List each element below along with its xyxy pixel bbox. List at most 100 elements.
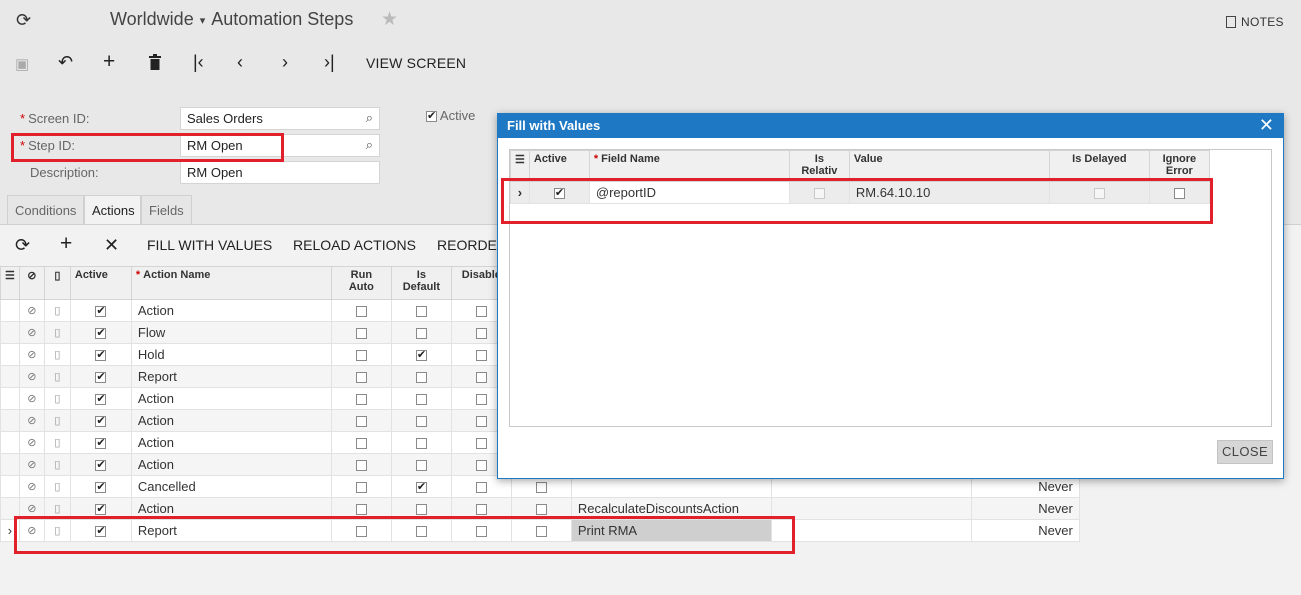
action-name-cell[interactable]: Report bbox=[130, 519, 332, 542]
paperclip-icon[interactable]: ⊘ bbox=[18, 365, 45, 388]
note-icon[interactable]: ▯ bbox=[43, 365, 71, 388]
paperclip-icon[interactable]: ⊘ bbox=[18, 409, 45, 432]
first-record-icon[interactable]: |‹ bbox=[193, 52, 204, 73]
action-name-cell[interactable]: Flow bbox=[130, 321, 332, 344]
disable-checkbox[interactable] bbox=[475, 394, 487, 406]
paperclip-icon[interactable]: ⊘ bbox=[18, 321, 45, 344]
active-checkbox[interactable] bbox=[95, 392, 107, 406]
delete-icon[interactable] bbox=[148, 54, 162, 70]
active-checkbox[interactable] bbox=[95, 502, 107, 516]
empty-cell[interactable] bbox=[770, 519, 972, 542]
delete-row-icon[interactable]: ✕ bbox=[104, 235, 119, 256]
paperclip-icon[interactable]: ⊘ bbox=[18, 431, 45, 454]
active-checkbox[interactable] bbox=[95, 436, 107, 450]
active-checkbox[interactable] bbox=[95, 414, 107, 428]
ignore-error-checkbox[interactable] bbox=[1173, 188, 1185, 200]
paperclip-icon[interactable]: ⊘ bbox=[18, 387, 45, 410]
is-default-checkbox[interactable] bbox=[415, 480, 427, 494]
dialog-active-header[interactable]: Active bbox=[528, 150, 590, 182]
is-default-checkbox[interactable] bbox=[415, 460, 427, 472]
previous-record-icon[interactable]: ‹ bbox=[237, 52, 243, 73]
is-default-checkbox[interactable] bbox=[415, 526, 427, 538]
run-auto-checkbox[interactable] bbox=[355, 438, 367, 450]
note-icon[interactable]: ▯ bbox=[43, 497, 71, 520]
is-default-checkbox[interactable] bbox=[415, 372, 427, 384]
action-name-cell[interactable]: Cancelled bbox=[130, 475, 332, 498]
action-name-cell[interactable]: Report bbox=[130, 365, 332, 388]
active-checkbox[interactable] bbox=[95, 524, 107, 538]
active-checkbox[interactable]: Active bbox=[426, 108, 475, 123]
disable-checkbox[interactable] bbox=[475, 460, 487, 472]
close-button[interactable]: CLOSE bbox=[1217, 440, 1273, 464]
run-auto-column-header[interactable]: Run Auto bbox=[330, 266, 392, 300]
table-row[interactable]: ›⊘▯ Report Print RMA Never bbox=[0, 519, 1080, 542]
active-checkbox[interactable] bbox=[95, 304, 107, 318]
is-delayed-header[interactable]: Is Delayed bbox=[1048, 150, 1150, 182]
favorite-star-icon[interactable]: ★ bbox=[381, 8, 398, 31]
note-icon[interactable]: ▯ bbox=[43, 431, 71, 454]
tab-actions[interactable]: Actions bbox=[84, 195, 141, 226]
action-name-cell[interactable]: Action bbox=[130, 409, 332, 432]
note-icon[interactable]: ▯ bbox=[43, 475, 71, 498]
is-relative-header[interactable]: Is Relativ bbox=[788, 150, 850, 182]
note-icon[interactable]: ▯ bbox=[43, 321, 71, 344]
last-record-icon[interactable]: ›| bbox=[324, 52, 335, 73]
description-field[interactable]: RM Open bbox=[180, 161, 380, 184]
run-auto-checkbox[interactable] bbox=[355, 306, 367, 318]
active-checkbox[interactable] bbox=[95, 370, 107, 384]
note-icon[interactable]: ▯ bbox=[43, 409, 71, 432]
is-default-checkbox[interactable] bbox=[415, 348, 427, 362]
action-name-cell[interactable]: Action bbox=[130, 431, 332, 454]
reorder-button[interactable]: REORDE bbox=[437, 237, 497, 253]
chevron-down-icon[interactable]: ▾ bbox=[200, 15, 206, 27]
table-row[interactable]: ⊘▯ Action RecalculateDiscountsAction Never bbox=[0, 497, 1080, 520]
action-name-cell[interactable]: Action bbox=[130, 387, 332, 410]
run-auto-checkbox[interactable] bbox=[355, 460, 367, 472]
disable-checkbox[interactable] bbox=[475, 416, 487, 428]
row-checkbox[interactable] bbox=[535, 504, 547, 516]
paperclip-icon[interactable]: ⊘ bbox=[18, 497, 45, 520]
search-icon[interactable]: ⌕ bbox=[366, 137, 373, 153]
disable-checkbox[interactable] bbox=[475, 328, 487, 340]
note-icon[interactable]: ▯ bbox=[43, 299, 71, 322]
note-icon[interactable]: ▯ bbox=[43, 343, 71, 366]
ignore-error-header[interactable]: Ignore Error bbox=[1148, 150, 1210, 182]
active-column-header[interactable]: Active bbox=[69, 266, 132, 300]
is-default-column-header[interactable]: Is Default bbox=[390, 266, 452, 300]
save-icon[interactable]: ▣ bbox=[15, 55, 29, 73]
value-cell[interactable]: RM.64.10.10 bbox=[848, 181, 1050, 204]
paperclip-icon[interactable]: ⊘ bbox=[18, 519, 45, 542]
is-relative-checkbox[interactable] bbox=[813, 188, 825, 200]
row-checkbox[interactable] bbox=[535, 482, 547, 494]
paperclip-icon[interactable]: ⊘ bbox=[18, 475, 45, 498]
menu-text-cell[interactable]: Print RMA bbox=[570, 519, 772, 542]
empty-cell[interactable] bbox=[770, 497, 972, 520]
action-name-cell[interactable]: Action bbox=[130, 299, 332, 322]
add-row-icon[interactable]: + bbox=[60, 232, 72, 256]
add-icon[interactable]: + bbox=[103, 50, 115, 74]
run-auto-checkbox[interactable] bbox=[355, 482, 367, 494]
table-row[interactable]: › @reportID RM.64.10.10 bbox=[510, 181, 1210, 204]
paperclip-icon[interactable]: ⊘ bbox=[18, 453, 45, 476]
column-settings-icon[interactable]: ☰ bbox=[510, 150, 530, 182]
tab-conditions[interactable]: Conditions bbox=[7, 195, 84, 225]
note-icon[interactable]: ▯ bbox=[43, 387, 71, 410]
run-auto-checkbox[interactable] bbox=[355, 328, 367, 340]
search-icon[interactable]: ⌕ bbox=[366, 110, 373, 126]
action-name-cell[interactable]: Hold bbox=[130, 343, 332, 366]
is-default-checkbox[interactable] bbox=[415, 328, 427, 340]
active-checkbox[interactable] bbox=[553, 186, 565, 200]
run-auto-checkbox[interactable] bbox=[355, 526, 367, 538]
disable-checkbox[interactable] bbox=[475, 350, 487, 362]
is-default-checkbox[interactable] bbox=[415, 306, 427, 318]
paperclip-icon[interactable]: ⊘ bbox=[18, 299, 45, 322]
disable-checkbox[interactable] bbox=[475, 372, 487, 384]
run-auto-checkbox[interactable] bbox=[355, 504, 367, 516]
value-header[interactable]: Value bbox=[848, 150, 1050, 182]
close-icon[interactable]: ✕ bbox=[1259, 115, 1274, 136]
next-record-icon[interactable]: › bbox=[282, 52, 288, 73]
active-checkbox[interactable] bbox=[95, 458, 107, 472]
run-auto-checkbox[interactable] bbox=[355, 372, 367, 384]
active-checkbox[interactable] bbox=[95, 348, 107, 362]
active-check[interactable] bbox=[426, 109, 437, 123]
